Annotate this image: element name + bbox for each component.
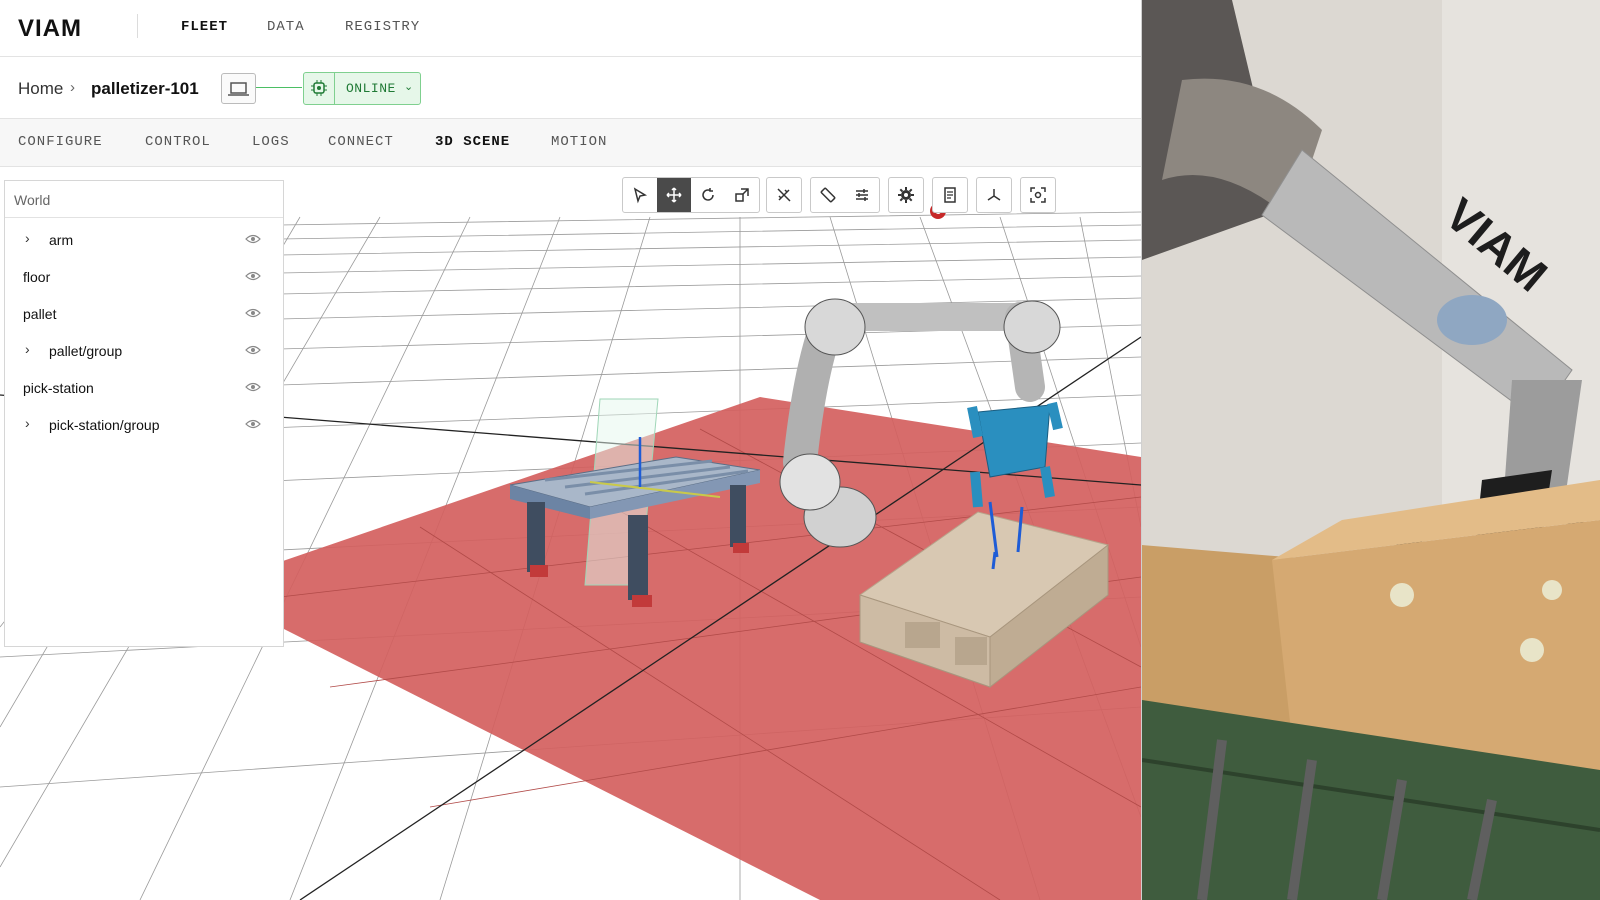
logo-divider [137,14,138,38]
select-icon[interactable] [623,178,657,212]
breadcrumb: Home › palletizer-101 ONLINE ⌄ [0,57,1141,119]
axes-icon[interactable] [977,178,1011,212]
camera-feed: VIAM [1142,0,1600,900]
chevron-right-icon: › [70,79,75,96]
rotate-icon[interactable] [691,178,725,212]
tab-bar: CONFIGURE CONTROL LOGS CONNECT 3D SCENE … [0,119,1141,167]
focus-tool-group [1020,177,1056,213]
tab-motion[interactable]: MOTION [551,134,607,150]
nav-registry[interactable]: REGISTRY [345,19,420,35]
chevron-right-icon[interactable]: › [25,341,30,357]
top-nav: VIAM FLEET DATA REGISTRY [0,0,1141,57]
tree-item-arm[interactable]: › arm [5,221,283,258]
nav-data[interactable]: DATA [267,19,305,35]
tree-item-label: floor [23,269,51,285]
settings-icon[interactable] [889,178,923,212]
chevron-down-icon: ⌄ [404,81,414,93]
tree-item-pallet-group[interactable]: › pallet/group [5,332,283,369]
tree-item-label: pick-station [23,380,94,396]
scene-viewport[interactable]: World › arm floor pallet › pallet/group [0,167,1141,900]
tree-item-pallet[interactable]: pallet [5,295,283,332]
eye-icon[interactable] [245,344,261,356]
transform-tool-group [622,177,760,213]
tree-item-pick-station[interactable]: pick-station [5,369,283,406]
log-icon[interactable] [933,178,967,212]
scene-tree-header: World [5,181,283,218]
measure-icon[interactable] [811,178,845,212]
robot-app: VIAM FLEET DATA REGISTRY Home › palletiz… [0,0,1142,900]
scale-icon[interactable] [725,178,759,212]
focus-icon[interactable] [1021,178,1055,212]
settings-tool-group [888,177,924,213]
status-badge[interactable]: ONLINE ⌄ [303,72,421,105]
tree-item-floor[interactable]: floor [5,258,283,295]
eye-icon[interactable] [245,233,261,245]
sliders-icon[interactable] [845,178,879,212]
machine-name: palletizer-101 [91,79,199,98]
scene-tree-panel: World › arm floor pallet › pallet/group [4,180,284,647]
tab-configure[interactable]: CONFIGURE [18,134,103,150]
logs-tool-group [932,177,968,213]
camera-image: VIAM [1142,0,1600,900]
nav-fleet[interactable]: FLEET [181,19,228,35]
tree-item-label: arm [49,232,74,248]
viam-logo[interactable]: VIAM [18,14,100,42]
tab-logs[interactable]: LOGS [252,134,290,150]
laptop-icon[interactable] [221,73,256,104]
chip-icon [304,73,335,104]
measure-tool-group [810,177,880,213]
hide-ruler-icon[interactable] [767,178,801,212]
chevron-right-icon[interactable]: › [25,415,30,431]
tree-item-label: pallet [23,306,57,322]
breadcrumb-home[interactable]: Home [18,79,63,99]
chevron-right-icon[interactable]: › [25,230,30,246]
tree-item-label: pallet/group [49,343,123,359]
tree-item-pick-station-group[interactable]: › pick-station/group [5,406,283,443]
eye-icon[interactable] [245,418,261,430]
tab-connect[interactable]: CONNECT [328,134,394,150]
svg-text:VIAM: VIAM [18,15,82,42]
eye-icon[interactable] [245,270,261,282]
axes-tool-group [976,177,1012,213]
connection-line [256,87,302,88]
eye-icon[interactable] [245,307,261,319]
tab-control[interactable]: CONTROL [145,134,211,150]
move-icon[interactable] [657,178,691,212]
eye-icon[interactable] [245,381,261,393]
tab-3d-scene[interactable]: 3D SCENE [435,134,510,150]
scene-tree-title: World [14,192,51,208]
visibility-tool-group [766,177,802,213]
tree-item-label: pick-station/group [49,417,160,433]
status-label: ONLINE [346,81,396,96]
